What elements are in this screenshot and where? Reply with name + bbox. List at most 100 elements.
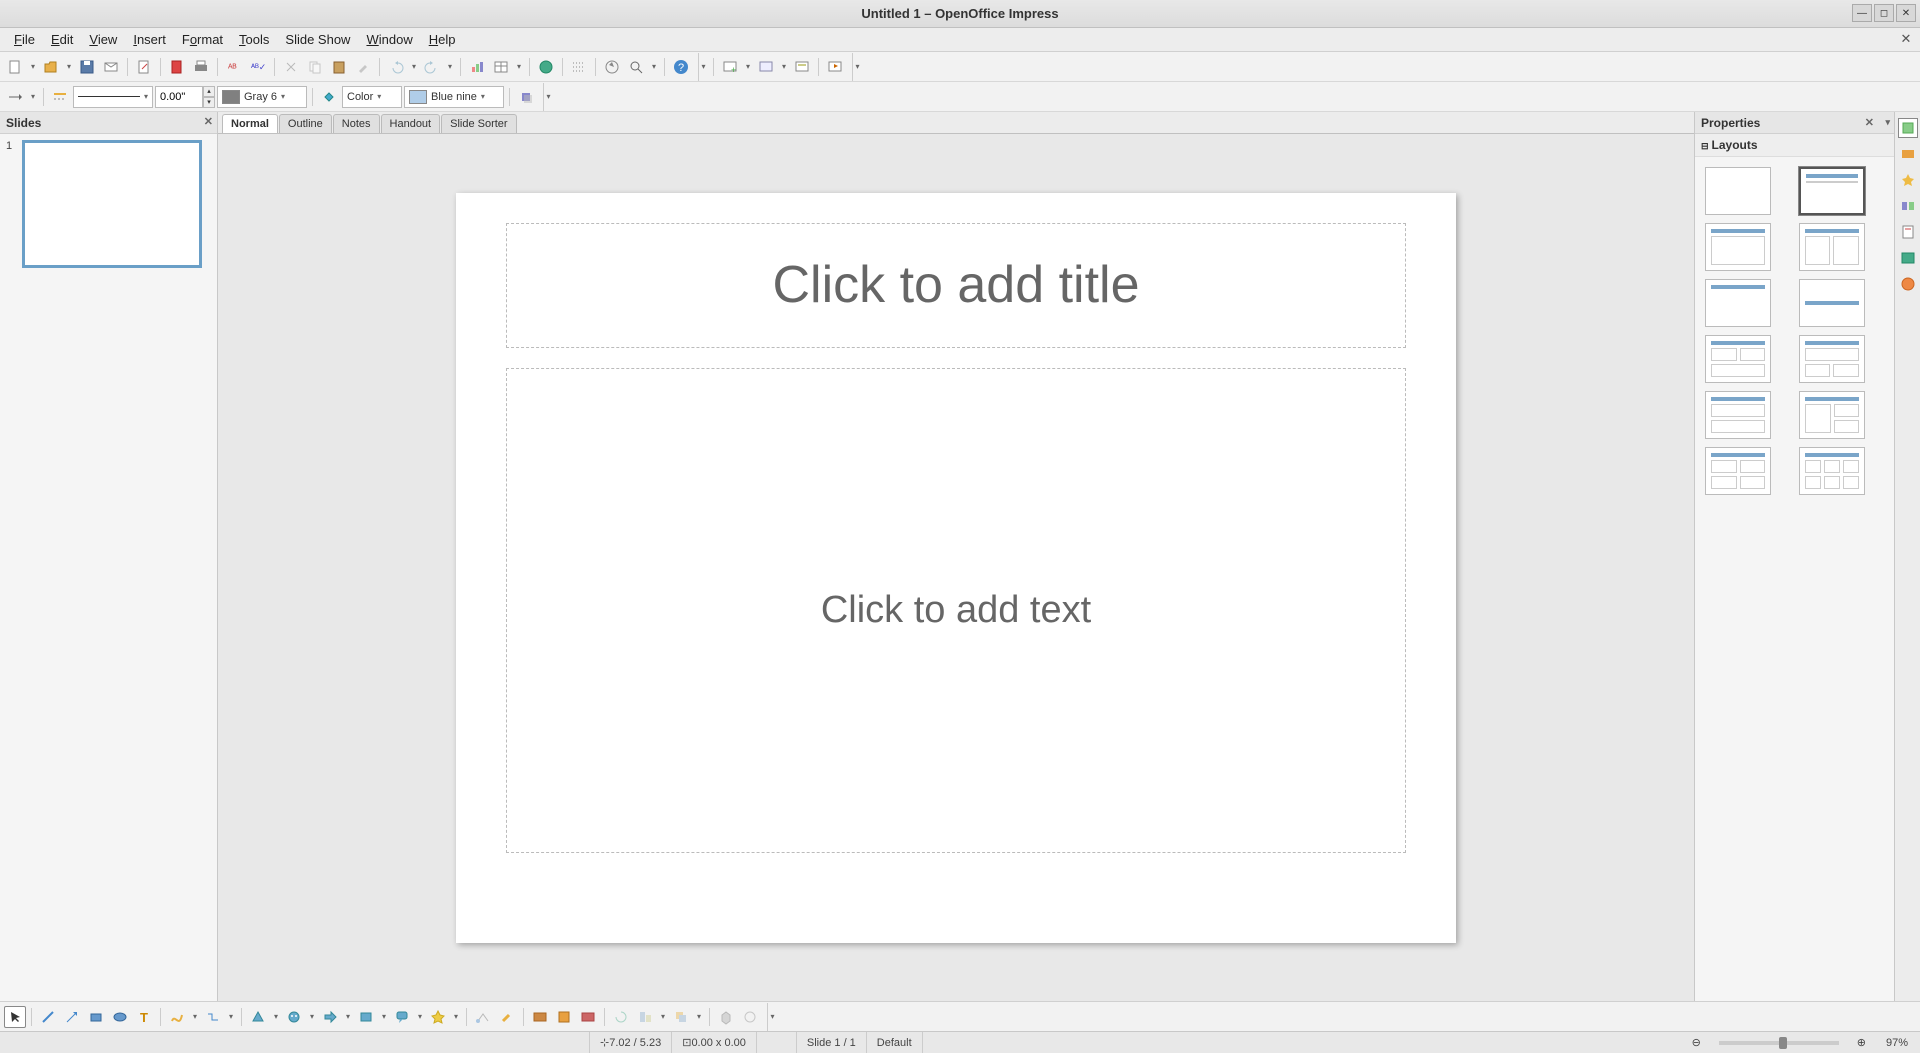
spellcheck-button[interactable]: ᴬᴮ	[223, 56, 245, 78]
menu-view[interactable]: View	[81, 29, 125, 50]
menu-help[interactable]: Help	[421, 29, 464, 50]
slide-thumbnail[interactable]	[22, 140, 202, 268]
extrusion-tool[interactable]	[715, 1006, 737, 1028]
redo-button[interactable]	[421, 56, 443, 78]
menu-tools[interactable]: Tools	[231, 29, 277, 50]
line-width-up[interactable]: ▴	[203, 86, 215, 97]
zoom-button[interactable]	[625, 56, 647, 78]
fill-color-select[interactable]: Blue nine ▾	[404, 86, 504, 108]
canvas-viewport[interactable]: Click to add title Click to add text	[218, 134, 1694, 1001]
toolbar-overflow[interactable]: ▾	[698, 53, 708, 81]
stars-tool[interactable]	[427, 1006, 449, 1028]
callouts-dropdown[interactable]: ▾	[415, 1006, 425, 1028]
align-tool[interactable]	[634, 1006, 656, 1028]
line-style-select[interactable]: ▾	[73, 86, 153, 108]
slide-design-button[interactable]	[755, 56, 777, 78]
text-tool[interactable]: T	[133, 1006, 155, 1028]
insert-slide-dropdown[interactable]: ▾	[743, 56, 753, 78]
slide-thumb-1[interactable]: 1	[6, 140, 211, 268]
layout-6content[interactable]	[1799, 447, 1865, 495]
flowchart-dropdown[interactable]: ▾	[379, 1006, 389, 1028]
layout-2rows[interactable]	[1705, 391, 1771, 439]
slides-panel-close[interactable]: ✕	[204, 115, 213, 128]
sidebar-animation-icon[interactable]	[1898, 170, 1918, 190]
undo-dropdown[interactable]: ▾	[409, 56, 419, 78]
arrow-line-tool[interactable]	[61, 1006, 83, 1028]
sidebar-styles-icon[interactable]	[1898, 222, 1918, 242]
layout-title-content[interactable]	[1799, 167, 1865, 215]
align-dropdown[interactable]: ▾	[658, 1006, 668, 1028]
open-button[interactable]	[40, 56, 62, 78]
insert-slide-button[interactable]: +	[719, 56, 741, 78]
navigator-button[interactable]	[601, 56, 623, 78]
table-dropdown[interactable]: ▾	[514, 56, 524, 78]
cut-button[interactable]	[280, 56, 302, 78]
menu-insert[interactable]: Insert	[125, 29, 174, 50]
sidebar-gallery-icon[interactable]	[1898, 248, 1918, 268]
symbol-shapes-tool[interactable]	[283, 1006, 305, 1028]
sidebar-transition-icon[interactable]	[1898, 196, 1918, 216]
connector-dropdown[interactable]: ▾	[226, 1006, 236, 1028]
layout-2over1[interactable]	[1705, 335, 1771, 383]
table-button[interactable]	[490, 56, 512, 78]
connector-tool[interactable]	[202, 1006, 224, 1028]
hyperlink-button[interactable]	[535, 56, 557, 78]
menu-window[interactable]: Window	[358, 29, 420, 50]
fill-type-select[interactable]: Color ▾	[342, 86, 402, 108]
menu-edit[interactable]: Edit	[43, 29, 81, 50]
shadow-button[interactable]	[515, 86, 537, 108]
content-placeholder[interactable]: Click to add text	[506, 368, 1406, 853]
sidebar-properties-icon[interactable]	[1898, 118, 1918, 138]
layout-2x1[interactable]	[1799, 391, 1865, 439]
layout-title-1content[interactable]	[1705, 223, 1771, 271]
arrange-tool[interactable]	[670, 1006, 692, 1028]
menu-format[interactable]: Format	[174, 29, 231, 50]
autospell-button[interactable]: ᴬᴮ✓	[247, 56, 269, 78]
from-file-tool[interactable]	[553, 1006, 575, 1028]
presentation-button[interactable]	[824, 56, 846, 78]
tab-sorter[interactable]: Slide Sorter	[441, 114, 516, 133]
edit-file-button[interactable]	[133, 56, 155, 78]
layout-title-2content[interactable]	[1799, 223, 1865, 271]
new-dropdown[interactable]: ▾	[28, 56, 38, 78]
curve-dropdown[interactable]: ▾	[190, 1006, 200, 1028]
zoom-slider[interactable]	[1719, 1041, 1839, 1045]
chart-button[interactable]	[466, 56, 488, 78]
zoom-percent[interactable]: 97%	[1876, 1032, 1920, 1053]
gluepoints-tool[interactable]	[496, 1006, 518, 1028]
stars-dropdown[interactable]: ▾	[451, 1006, 461, 1028]
ellipse-tool[interactable]	[109, 1006, 131, 1028]
tab-outline[interactable]: Outline	[279, 114, 332, 133]
grid-button[interactable]	[568, 56, 590, 78]
title-placeholder[interactable]: Click to add title	[506, 223, 1406, 348]
rotate-tool[interactable]	[610, 1006, 632, 1028]
fontwork-tool[interactable]	[529, 1006, 551, 1028]
basic-shapes-dropdown[interactable]: ▾	[271, 1006, 281, 1028]
line-color-select[interactable]: Gray 6 ▾	[217, 86, 307, 108]
line-width-input[interactable]	[155, 86, 203, 108]
print-button[interactable]	[190, 56, 212, 78]
arrow-style-dropdown[interactable]: ▾	[28, 86, 38, 108]
open-dropdown[interactable]: ▾	[64, 56, 74, 78]
symbol-shapes-dropdown[interactable]: ▾	[307, 1006, 317, 1028]
block-arrows-tool[interactable]	[319, 1006, 341, 1028]
paste-button[interactable]	[328, 56, 350, 78]
tab-normal[interactable]: Normal	[222, 114, 278, 133]
curve-tool[interactable]	[166, 1006, 188, 1028]
callouts-tool[interactable]	[391, 1006, 413, 1028]
properties-close[interactable]: ✕	[1865, 116, 1874, 129]
format-paintbrush-button[interactable]	[352, 56, 374, 78]
slide-canvas[interactable]: Click to add title Click to add text	[456, 193, 1456, 943]
toolbar-overflow-2[interactable]: ▾	[852, 53, 862, 81]
zoom-out-button[interactable]: ⊖	[1682, 1032, 1711, 1053]
new-button[interactable]	[4, 56, 26, 78]
gallery-tool[interactable]	[577, 1006, 599, 1028]
line-tool[interactable]	[37, 1006, 59, 1028]
layout-title-only[interactable]	[1705, 279, 1771, 327]
sidebar-navigator-icon[interactable]	[1898, 274, 1918, 294]
layout-1over2[interactable]	[1799, 335, 1865, 383]
toolbar2-overflow[interactable]: ▾	[543, 83, 553, 111]
block-arrows-dropdown[interactable]: ▾	[343, 1006, 353, 1028]
help-button[interactable]: ?	[670, 56, 692, 78]
arrange-dropdown[interactable]: ▾	[694, 1006, 704, 1028]
